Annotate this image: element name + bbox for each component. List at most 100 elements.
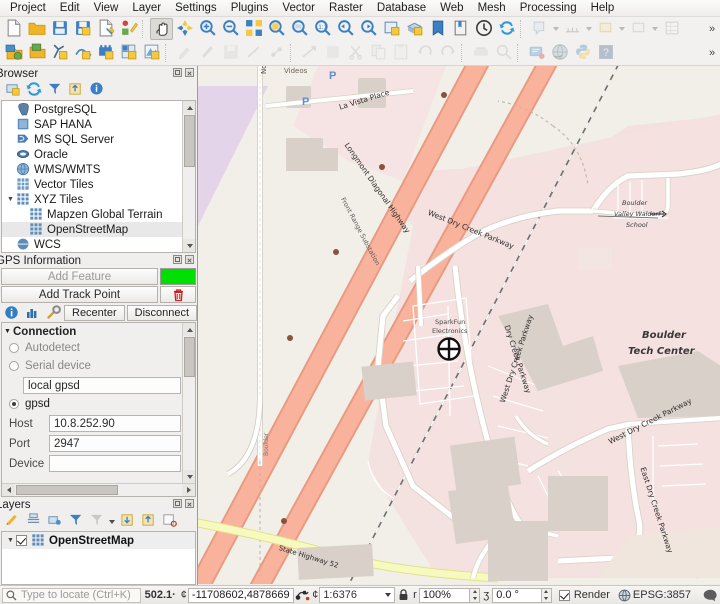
- browser-item-xyz-tiles[interactable]: ▼ XYZ Tiles: [2, 192, 182, 207]
- new-project-button[interactable]: [2, 18, 25, 40]
- add-feature-button[interactable]: Add Feature: [1, 268, 158, 285]
- gps-option-serial-device[interactable]: Serial device: [2, 357, 195, 375]
- gps-port-input[interactable]: 2947: [49, 435, 181, 452]
- dropdown-arrow-icon[interactable]: [650, 27, 660, 31]
- layer-visibility-checkbox[interactable]: [16, 535, 27, 546]
- new-print-layout-button[interactable]: [94, 18, 117, 40]
- gps-options-tab[interactable]: [43, 304, 64, 322]
- delete-track-button[interactable]: [160, 286, 196, 303]
- collapse-all-button[interactable]: [138, 513, 159, 531]
- add-delimited-text-layer-button[interactable]: [94, 42, 117, 64]
- refresh-button[interactable]: [495, 18, 518, 40]
- toolbar-overflow-button[interactable]: »: [704, 23, 720, 35]
- coordinate-input[interactable]: -11708602,4878669: [187, 587, 294, 603]
- pan-map-button[interactable]: [150, 18, 173, 40]
- gps-form-vscrollbar[interactable]: [182, 323, 195, 483]
- gps-device-input[interactable]: [49, 455, 181, 472]
- browser-item-wms-wmts[interactable]: WMS/WMTS: [2, 162, 182, 177]
- processing-toolbox-button[interactable]: [469, 42, 492, 64]
- browser-item-sap-hana[interactable]: SAP HANA: [2, 117, 182, 132]
- vertex-tool-button[interactable]: [265, 42, 288, 64]
- zoom-out-button[interactable]: [219, 18, 242, 40]
- refresh-button[interactable]: [23, 82, 44, 100]
- select-features-button[interactable]: [594, 18, 617, 40]
- zoom-next-button[interactable]: [357, 18, 380, 40]
- open-layer-styling-button[interactable]: [2, 513, 23, 531]
- rotation-stepper[interactable]: [542, 587, 552, 603]
- add-layer-button[interactable]: [2, 82, 23, 100]
- collapse-all-button[interactable]: [65, 82, 86, 100]
- browser-item-vector-tiles[interactable]: Vector Tiles: [2, 177, 182, 192]
- menu-edit[interactable]: Edit: [53, 0, 87, 17]
- browser-panel-float-button[interactable]: [173, 68, 182, 77]
- dropdown-arrow-icon[interactable]: [617, 27, 627, 31]
- connection-group-header[interactable]: ▼ Connection: [2, 324, 195, 339]
- recenter-button[interactable]: Recenter: [64, 304, 125, 321]
- scroll-right-arrow-icon[interactable]: [182, 484, 195, 496]
- browser-item-postgresql[interactable]: PostgreSQL: [2, 102, 182, 117]
- layers-panel-float-button[interactable]: [173, 499, 182, 508]
- expand-arrow-icon[interactable]: ▼: [6, 196, 15, 203]
- zoom-full-button[interactable]: [242, 18, 265, 40]
- style-manager-button[interactable]: [117, 18, 140, 40]
- gps-signal-tab[interactable]: [22, 304, 43, 322]
- new-map-view-button[interactable]: [380, 18, 403, 40]
- gps-position-tab[interactable]: [1, 304, 22, 322]
- manage-map-themes-button[interactable]: [44, 513, 65, 531]
- menu-vector[interactable]: Vector: [275, 0, 322, 17]
- modify-attributes-button[interactable]: [298, 42, 321, 64]
- digitize-line-button[interactable]: [242, 42, 265, 64]
- copy-features-button[interactable]: [367, 42, 390, 64]
- render-checkbox[interactable]: [558, 589, 570, 601]
- dropdown-arrow-icon[interactable]: [584, 27, 594, 31]
- current-edits-button[interactable]: [173, 42, 196, 64]
- save-project-button[interactable]: [48, 18, 71, 40]
- python-console-button[interactable]: [571, 42, 594, 64]
- zoom-in-button[interactable]: [196, 18, 219, 40]
- browser-item-ms-sql-server[interactable]: MS SQL Server: [2, 132, 182, 147]
- toolbar-overflow-button[interactable]: »: [704, 47, 720, 59]
- statistical-summary-button[interactable]: [660, 18, 683, 40]
- browser-panel-close-button[interactable]: [185, 68, 194, 77]
- add-mesh-layer-button[interactable]: [71, 42, 94, 64]
- chevron-down-icon[interactable]: [385, 593, 392, 597]
- layer-row[interactable]: ▼ OpenStreetMap: [2, 532, 195, 549]
- menu-project[interactable]: Project: [3, 0, 53, 17]
- expand-all-button[interactable]: [117, 513, 138, 531]
- menu-processing[interactable]: Processing: [513, 0, 584, 17]
- menu-database[interactable]: Database: [370, 0, 433, 17]
- scrollbar-thumb[interactable]: [16, 485, 118, 495]
- gps-panel-float-button[interactable]: [173, 255, 182, 264]
- expand-arrow-icon[interactable]: ▼: [5, 537, 16, 544]
- menu-mesh[interactable]: Mesh: [471, 0, 513, 17]
- map-view[interactable]: VideosNorth 71stLa Vista PlaceLongmont D…: [197, 66, 720, 585]
- identify-features-button[interactable]: [528, 18, 551, 40]
- add-vector-layer-button[interactable]: [48, 42, 71, 64]
- browser-item-oracle[interactable]: Oracle: [2, 147, 182, 162]
- expand-arrow-icon[interactable]: ▼: [2, 328, 13, 335]
- scroll-up-arrow-icon[interactable]: [183, 101, 195, 114]
- help-button[interactable]: ?: [594, 42, 617, 64]
- add-group-button[interactable]: [23, 513, 44, 531]
- browser-item-openstreetmap[interactable]: OpenStreetMap: [2, 222, 182, 237]
- show-bookmarks-button[interactable]: [449, 18, 472, 40]
- zoom-native-button[interactable]: 1:1: [311, 18, 334, 40]
- message-log-button[interactable]: [703, 589, 718, 602]
- add-raster-layer-button[interactable]: [25, 42, 48, 64]
- gps-option-autodetect[interactable]: Autodetect: [2, 339, 195, 357]
- serial-device-combo[interactable]: local gpsd: [23, 377, 181, 394]
- dropdown-arrow-icon[interactable]: [107, 520, 117, 524]
- scroll-left-arrow-icon[interactable]: [2, 484, 15, 496]
- cut-features-button[interactable]: [344, 42, 367, 64]
- save-project-as-button[interactable]: [71, 18, 94, 40]
- gps-host-input[interactable]: 10.8.252.90: [49, 415, 181, 432]
- scale-lock-button[interactable]: [395, 589, 411, 601]
- locator-search-input[interactable]: Type to locate (Ctrl+K): [2, 587, 141, 603]
- gps-form-hscrollbar[interactable]: [2, 483, 195, 496]
- deselect-features-button[interactable]: [627, 18, 650, 40]
- browser-scrollbar[interactable]: [182, 101, 195, 252]
- refresh-bookmark-button[interactable]: [426, 18, 449, 40]
- crs-selector[interactable]: EPSG:3857: [618, 589, 691, 602]
- scroll-up-arrow-icon[interactable]: [183, 323, 195, 336]
- open-data-source-manager-button[interactable]: [2, 42, 25, 64]
